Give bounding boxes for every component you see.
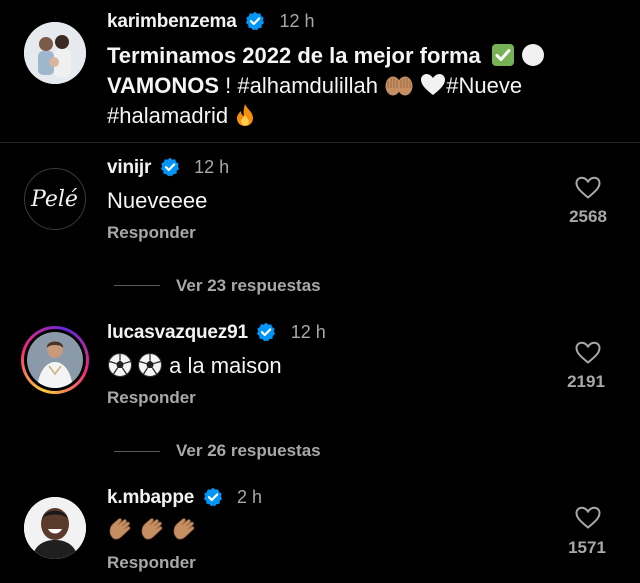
white-circle-emoji: [522, 44, 544, 67]
clapping-hands-emoji: [173, 518, 195, 540]
reply-button[interactable]: Responder: [107, 223, 196, 243]
post-username[interactable]: karimbenzema: [107, 11, 237, 32]
family-photo: [24, 22, 86, 84]
reply-button[interactable]: Responder: [107, 388, 196, 408]
player-photo: [27, 332, 83, 388]
caption-hashtag-halamadrid[interactable]: #halamadrid: [107, 103, 228, 128]
verified-badge-icon: [160, 157, 179, 177]
check-mark-emoji: [491, 44, 514, 67]
comment-avatar-lucasvazquez91[interactable]: [21, 326, 89, 394]
view-replies-button[interactable]: Ver 26 respuestas: [176, 441, 321, 461]
caption-line-2-bold: VAMONOS: [107, 73, 220, 98]
view-replies-button[interactable]: Ver 23 respuestas: [176, 276, 321, 296]
pele-signature-text: Pelé: [30, 187, 78, 212]
comment-text-vinijr: Nueveeee: [107, 188, 208, 213]
clapping-hands-emoji: [109, 518, 131, 540]
soccer-ball-emoji: [138, 353, 162, 378]
clapping-hands-emoji: [141, 518, 163, 540]
caption-divider: [0, 142, 640, 143]
view-replies-line: [114, 451, 160, 452]
post-timestamp: 12 h: [279, 11, 315, 31]
comment-text: a la maison: [163, 353, 282, 378]
caption-line-1: Terminamos 2022 de la mejor forma: [107, 43, 481, 68]
caption-hashtag-nueve[interactable]: #Nueve: [446, 73, 522, 98]
comment-text-kmbappe: [107, 516, 199, 542]
soccer-ball-emoji: [108, 353, 132, 378]
comment-timestamp: 12 h: [194, 157, 230, 177]
comment-avatar-kmbappe[interactable]: [24, 497, 86, 559]
like-count: 2568: [569, 207, 607, 226]
reply-button[interactable]: Responder: [107, 553, 196, 573]
comment-text-lucasvazquez91: a la maison: [107, 353, 282, 379]
white-heart-emoji: [421, 74, 446, 96]
heart-outline-icon[interactable]: [575, 176, 601, 200]
hands-emoji: [385, 76, 413, 96]
comment-username-kmbappe[interactable]: k.mbappe: [107, 487, 194, 508]
player-photo: [24, 497, 86, 559]
caption-hashtag-alhamdulillah[interactable]: ! #alhamdulillah: [219, 73, 378, 98]
post-author-avatar[interactable]: [24, 22, 86, 84]
post-caption: Terminamos 2022 de la mejor forma VAMONO…: [107, 41, 627, 131]
comment-timestamp: 12 h: [290, 322, 326, 342]
heart-outline-icon[interactable]: [575, 506, 601, 530]
comment-username-vinijr[interactable]: vinijr: [107, 157, 151, 178]
comment-avatar-vinijr[interactable]: Pelé: [24, 168, 86, 230]
view-replies-line: [114, 285, 160, 286]
comment-timestamp: 2 h: [237, 487, 263, 507]
comment-username-lucasvazquez91[interactable]: lucasvazquez91: [107, 322, 248, 343]
heart-outline-icon[interactable]: [575, 341, 601, 365]
like-count: 1571: [568, 538, 606, 557]
like-count: 2191: [567, 372, 605, 391]
fire-emoji: [237, 104, 254, 127]
verified-badge-icon: [257, 322, 276, 342]
verified-badge-icon: [245, 11, 265, 31]
pele-signature-logo: Pelé: [30, 187, 78, 212]
verified-badge-icon: [203, 487, 222, 507]
